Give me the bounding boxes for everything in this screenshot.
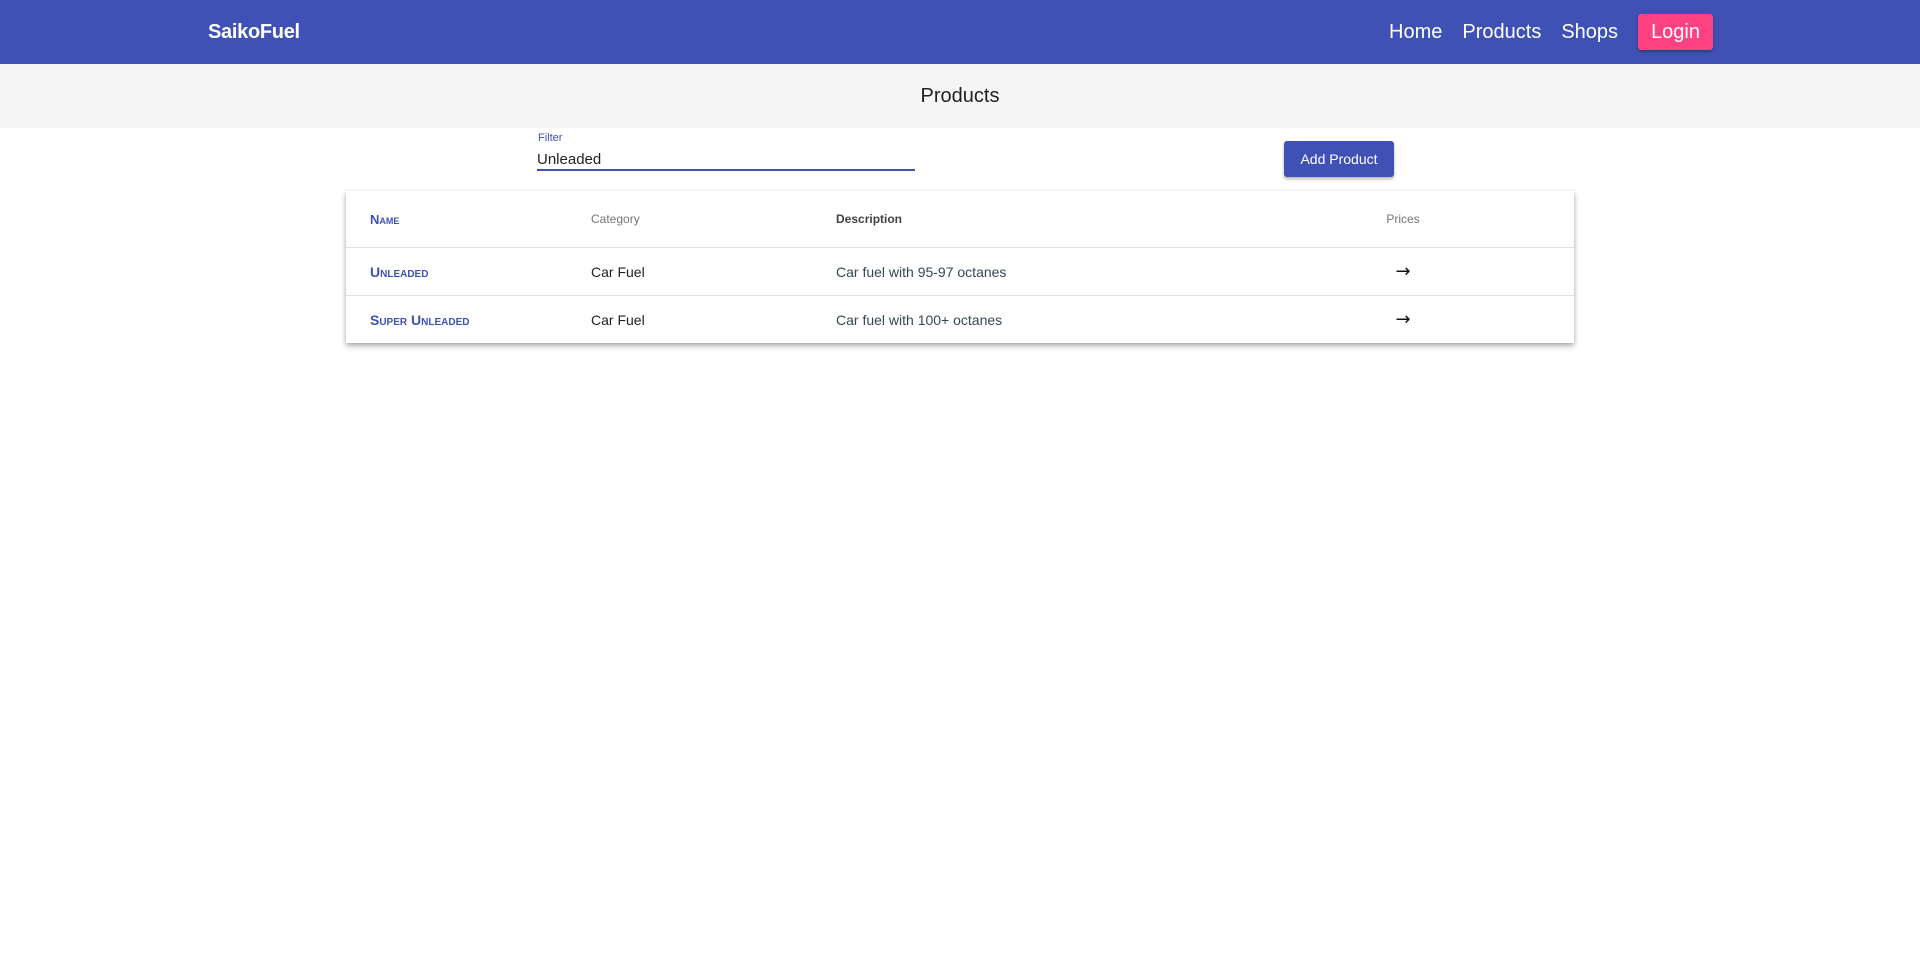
product-category: Car Fuel <box>591 263 645 280</box>
table-header-row: Name Category Description Prices <box>346 191 1574 247</box>
nav-link-shops[interactable]: Shops <box>1551 0 1628 64</box>
product-description: Car fuel with 95-97 octanes <box>836 263 1007 280</box>
prices-arrow-icon[interactable]: → <box>1373 248 1433 295</box>
brand-logo-link[interactable]: SaikoFuel <box>208 0 300 64</box>
top-navbar: SaikoFuel Home Products Shops Login <box>0 0 1920 64</box>
column-header-category[interactable]: Category <box>591 191 640 247</box>
product-name-link[interactable]: Super Unleaded <box>370 296 469 343</box>
products-table: Name Category Description Prices Unleade… <box>346 191 1574 343</box>
add-product-button[interactable]: Add Product <box>1284 141 1394 177</box>
nav-links: Home Products Shops Login <box>1379 0 1713 64</box>
column-header-prices: Prices <box>1386 212 1420 226</box>
prices-arrow-icon[interactable]: → <box>1373 296 1433 343</box>
login-button[interactable]: Login <box>1638 14 1713 50</box>
filter-label: Filter <box>538 132 563 144</box>
column-header-description[interactable]: Description <box>836 191 902 247</box>
table-row: Unleaded Car Fuel Car fuel with 95-97 oc… <box>346 247 1574 295</box>
nav-link-home[interactable]: Home <box>1379 0 1452 64</box>
product-description: Car fuel with 100+ octanes <box>836 311 1003 328</box>
product-category: Car Fuel <box>591 311 645 328</box>
page-title: Products <box>0 64 1920 128</box>
filter-input[interactable] <box>537 148 915 170</box>
nav-link-products[interactable]: Products <box>1452 0 1551 64</box>
filter-field: Filter <box>537 128 915 172</box>
product-name-link[interactable]: Unleaded <box>370 248 428 295</box>
filter-underline <box>537 169 915 171</box>
column-header-name[interactable]: Name <box>370 191 399 247</box>
table-row: Super Unleaded Car Fuel Car fuel with 10… <box>346 295 1574 343</box>
